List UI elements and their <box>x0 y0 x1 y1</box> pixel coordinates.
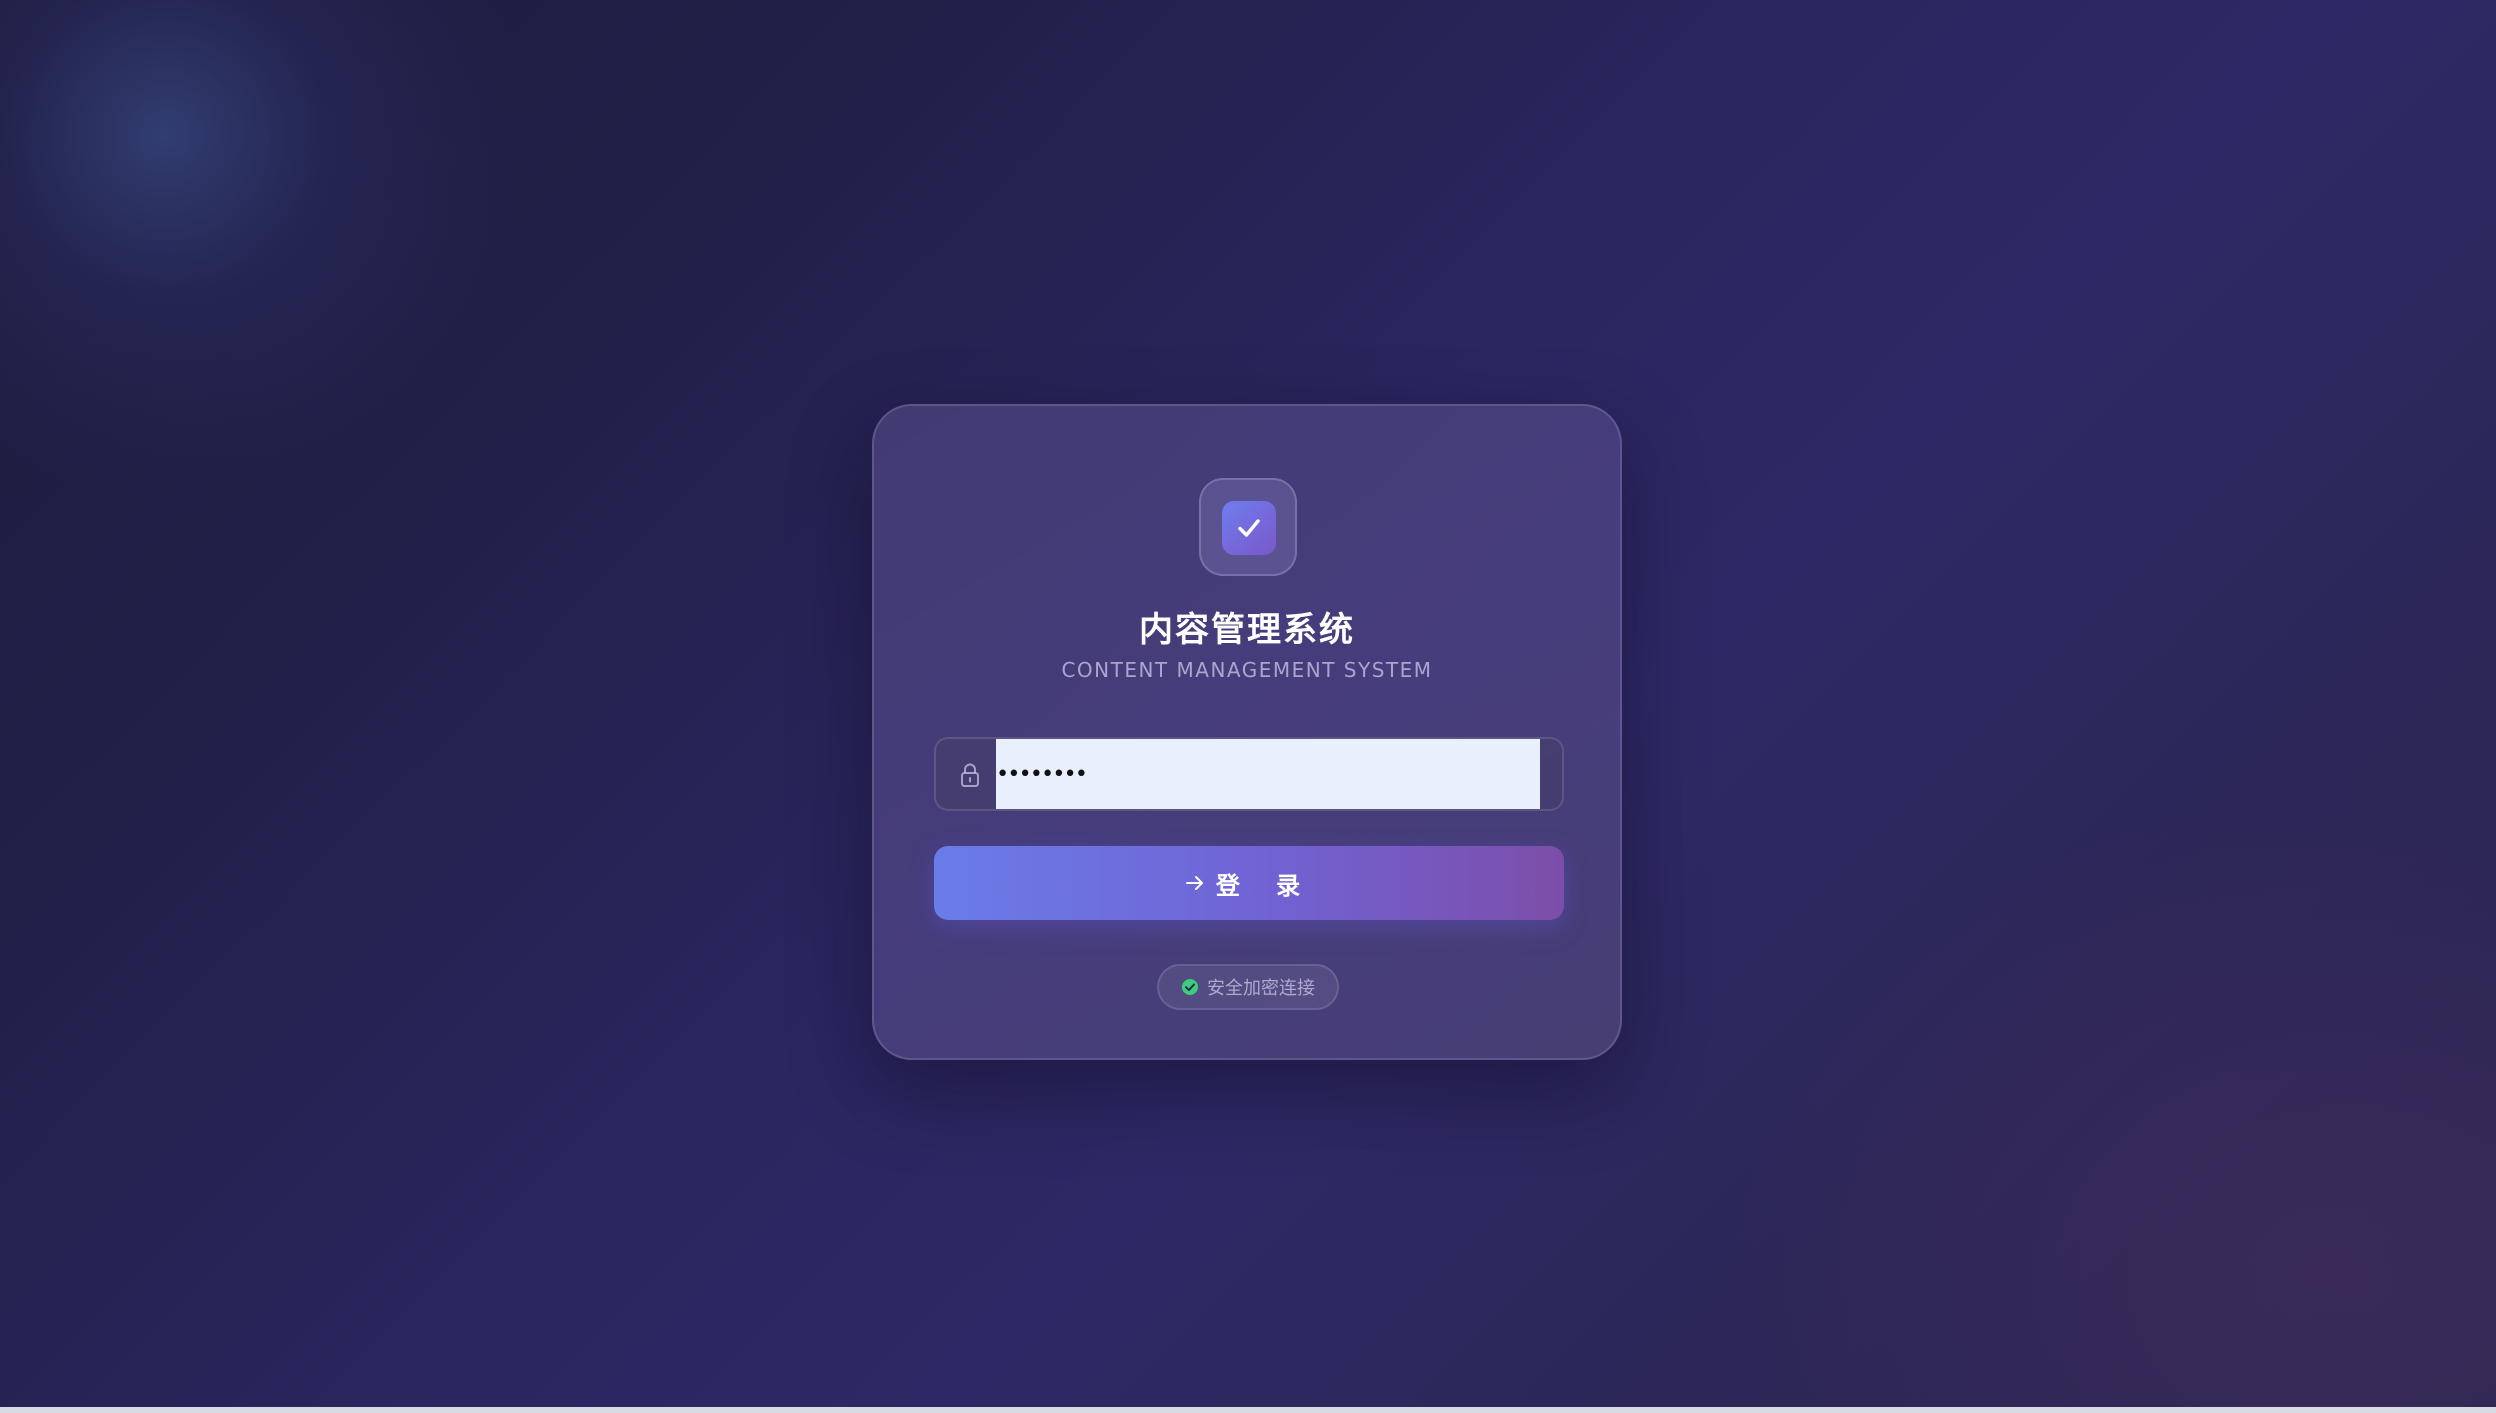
page-subtitle: CONTENT MANAGEMENT SYSTEM <box>1061 658 1433 682</box>
logo-badge <box>1222 501 1276 555</box>
login-screen: 内容管理系统 CONTENT MANAGEMENT SYSTEM 登 录 安全加… <box>0 0 2496 1413</box>
login-button[interactable]: 登 录 <box>934 846 1564 920</box>
secure-connection-text: 安全加密连接 <box>1207 978 1315 999</box>
secure-connection-badge: 安全加密连接 <box>1157 964 1339 1010</box>
lock-icon <box>961 763 979 787</box>
password-input[interactable] <box>996 739 1540 809</box>
check-circle-icon <box>1182 979 1198 995</box>
page-title: 内容管理系统 <box>1139 610 1355 650</box>
login-card: 内容管理系统 CONTENT MANAGEMENT SYSTEM 登 录 安全加… <box>872 404 1622 1060</box>
login-label: 登 录 <box>1215 871 1315 900</box>
app-logo <box>1199 478 1297 576</box>
bottom-bar <box>0 1407 2496 1413</box>
check-icon <box>1238 519 1260 537</box>
password-field[interactable] <box>934 737 1564 811</box>
arrow-right-icon <box>1185 876 1203 890</box>
